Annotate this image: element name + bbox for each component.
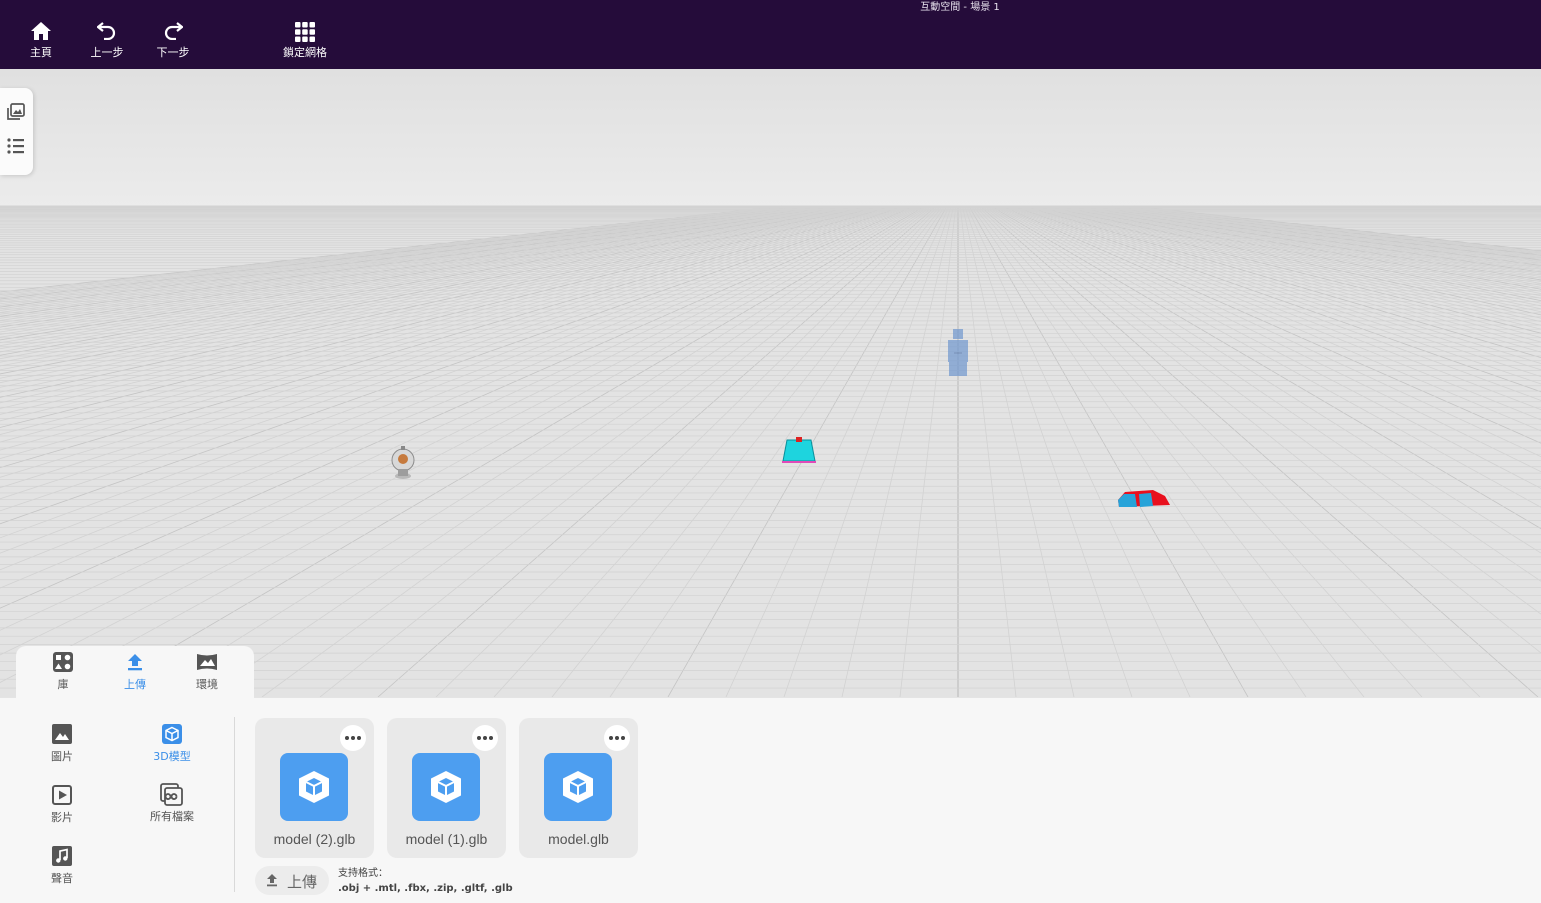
library-icon bbox=[53, 652, 73, 672]
tab-upload-label: 上傳 bbox=[124, 678, 146, 691]
cyan-box-model[interactable] bbox=[782, 437, 816, 463]
environment-icon bbox=[197, 654, 217, 670]
file-card[interactable]: model (1).glb bbox=[387, 718, 506, 858]
gallery-button[interactable] bbox=[6, 102, 26, 122]
more-options-button[interactable] bbox=[340, 725, 366, 751]
tab-library[interactable]: 庫 bbox=[33, 652, 93, 692]
home-icon bbox=[31, 22, 51, 40]
music-icon bbox=[52, 846, 72, 866]
scene-title: 互動空間 - 場景 1 bbox=[920, 2, 1000, 13]
upload-button-label: 上傳 bbox=[287, 873, 318, 891]
undo-button[interactable]: 上一步 bbox=[77, 22, 137, 60]
top-toolbar: 互動空間 - 場景 1 主頁 上一步 下一步 鎖定網格 bbox=[0, 0, 1541, 69]
upload-button[interactable]: 上傳 bbox=[255, 866, 329, 895]
category-videos-label: 影片 bbox=[51, 811, 73, 824]
3d-viewport[interactable] bbox=[0, 69, 1541, 697]
list-button[interactable] bbox=[6, 136, 26, 156]
file-name: model (2).glb bbox=[273, 831, 356, 847]
home-label: 主頁 bbox=[30, 46, 52, 59]
file-card[interactable]: model (2).glb bbox=[255, 718, 374, 858]
category-audio[interactable]: 聲音 bbox=[27, 846, 97, 886]
scene-canvas[interactable] bbox=[0, 69, 1541, 697]
gallery-icon bbox=[7, 103, 25, 120]
floor-grid bbox=[0, 205, 1541, 697]
image-icon bbox=[52, 724, 72, 744]
redo-icon bbox=[164, 22, 183, 40]
file-card[interactable]: model.glb bbox=[519, 718, 638, 858]
home-button[interactable]: 主頁 bbox=[11, 22, 71, 60]
asset-panel bbox=[0, 697, 1541, 903]
upload-icon bbox=[128, 654, 142, 671]
cube-icon bbox=[563, 771, 593, 803]
formats-list: .obj + .mtl, .fbx, .zip, .gltf, .glb bbox=[338, 883, 513, 894]
model-thumbnail bbox=[412, 753, 480, 821]
category-videos[interactable]: 影片 bbox=[27, 785, 97, 825]
all-files-icon bbox=[160, 783, 183, 806]
model-thumbnail bbox=[544, 753, 612, 821]
tab-upload[interactable]: 上傳 bbox=[105, 652, 165, 692]
tab-environment[interactable]: 環境 bbox=[177, 652, 237, 692]
undo-icon bbox=[97, 22, 116, 40]
upload-icon bbox=[267, 874, 277, 887]
tab-environment-label: 環境 bbox=[196, 678, 218, 691]
model-thumbnail bbox=[280, 753, 348, 821]
category-audio-label: 聲音 bbox=[51, 872, 73, 885]
more-options-button[interactable] bbox=[472, 725, 498, 751]
list-icon bbox=[7, 138, 24, 154]
category-3d-models-label: 3D模型 bbox=[153, 750, 191, 763]
category-all-files-label: 所有檔案 bbox=[150, 810, 194, 823]
redo-button[interactable]: 下一步 bbox=[143, 22, 203, 60]
file-name: model (1).glb bbox=[405, 831, 488, 847]
category-all-files[interactable]: 所有檔案 bbox=[137, 783, 207, 824]
grid-icon bbox=[295, 22, 315, 42]
cube-icon bbox=[431, 771, 461, 803]
undo-label: 上一步 bbox=[90, 46, 124, 59]
tab-library-label: 庫 bbox=[57, 678, 69, 691]
file-name: model.glb bbox=[548, 831, 609, 847]
cube-icon bbox=[162, 724, 182, 744]
supported-formats: 支持格式： .obj + .mtl, .fbx, .zip, .gltf, .g… bbox=[338, 866, 513, 896]
side-panel bbox=[0, 88, 33, 175]
cube-icon bbox=[299, 771, 329, 803]
video-icon bbox=[52, 785, 72, 805]
formats-label: 支持格式： bbox=[338, 868, 388, 879]
lock-grid-button[interactable]: 鎖定網格 bbox=[275, 22, 335, 60]
panel-divider bbox=[234, 717, 235, 892]
category-3d-models[interactable]: 3D模型 bbox=[137, 724, 207, 764]
category-images-label: 圖片 bbox=[51, 750, 73, 763]
category-images[interactable]: 圖片 bbox=[27, 724, 97, 764]
redo-label: 下一步 bbox=[156, 46, 190, 59]
more-options-button[interactable] bbox=[604, 725, 630, 751]
lock-grid-label: 鎖定網格 bbox=[283, 46, 327, 59]
asset-tabs: 庫 上傳 環境 bbox=[16, 646, 254, 698]
